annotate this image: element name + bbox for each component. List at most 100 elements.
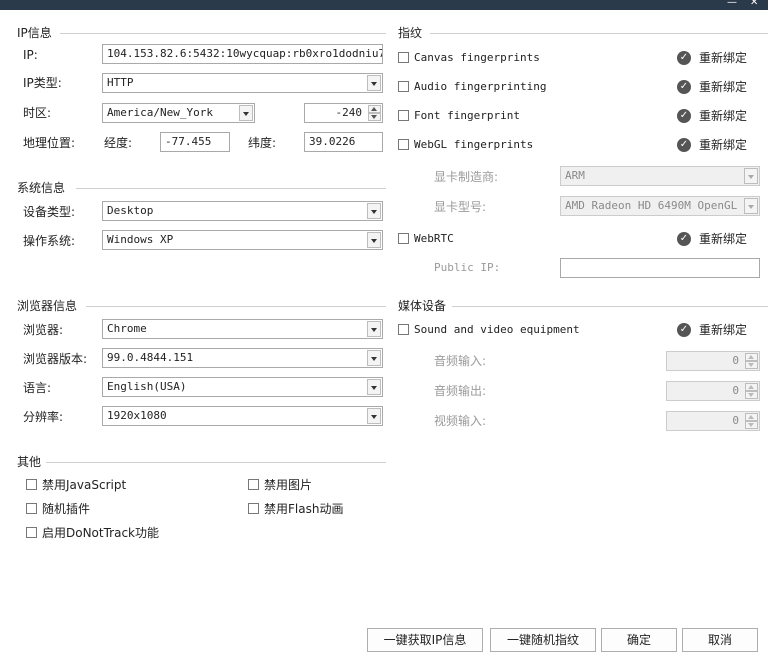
ip-type-select[interactable]: HTTP: [102, 73, 383, 93]
chevron-down-icon[interactable]: [367, 75, 381, 91]
browser-select[interactable]: Chrome: [102, 319, 383, 339]
disable-images-label: 禁用图片: [264, 478, 313, 492]
spin-up-icon[interactable]: [745, 413, 758, 421]
browser-section-title: 浏览器信息: [17, 299, 82, 313]
chevron-down-icon[interactable]: [367, 408, 381, 424]
os-select[interactable]: Windows XP: [102, 230, 383, 250]
disable-js-checkbox[interactable]: [26, 479, 37, 490]
timezone-select[interactable]: America/New_York: [102, 103, 255, 123]
random-plugins-checkbox[interactable]: [26, 503, 37, 514]
audio-output-value: 0: [732, 384, 739, 397]
system-section-title: 系统信息: [17, 181, 70, 195]
ip-label: IP:: [23, 48, 38, 62]
chevron-down-icon[interactable]: [367, 203, 381, 219]
ip-section-divider: [60, 33, 386, 34]
chevron-down-icon[interactable]: [367, 232, 381, 248]
check-icon[interactable]: ✓: [677, 232, 691, 246]
resolution-value: 1920x1080: [107, 409, 167, 422]
spin-down-icon[interactable]: [745, 361, 758, 369]
public-ip-label: Public IP:: [434, 261, 501, 274]
media-section-title: 媒体设备: [398, 299, 451, 313]
gpu-vendor-label: 显卡制造商:: [434, 170, 499, 184]
font-rebind-link[interactable]: 重新绑定: [699, 109, 747, 123]
webrtc-rebind-link[interactable]: 重新绑定: [699, 232, 747, 246]
language-select[interactable]: English(USA): [102, 377, 383, 397]
resolution-select[interactable]: 1920x1080: [102, 406, 383, 426]
close-icon[interactable]: ✕: [750, 0, 758, 9]
ip-type-label: IP类型:: [23, 76, 62, 90]
audio-input-label: 音频输入:: [434, 354, 487, 368]
device-type-value: Desktop: [107, 204, 154, 217]
browser-version-select[interactable]: 99.0.4844.151: [102, 348, 383, 368]
check-icon[interactable]: ✓: [677, 80, 691, 94]
language-label: 语言:: [23, 381, 52, 395]
check-icon[interactable]: ✓: [677, 51, 691, 65]
spin-up-icon[interactable]: [745, 353, 758, 361]
longitude-input[interactable]: -77.455: [160, 132, 230, 152]
audio-output-label: 音频输出:: [434, 384, 487, 398]
disable-flash-checkbox[interactable]: [248, 503, 259, 514]
other-section-title: 其他: [17, 455, 46, 469]
language-value: English(USA): [107, 380, 187, 393]
fingerprint-section-divider: [430, 33, 768, 34]
random-plugins-label: 随机插件: [42, 502, 91, 516]
check-icon[interactable]: ✓: [677, 323, 691, 337]
public-ip-input[interactable]: [560, 258, 760, 278]
audio-rebind-link[interactable]: 重新绑定: [699, 80, 747, 94]
sound-video-rebind-link[interactable]: 重新绑定: [699, 323, 747, 337]
gpu-model-value: AMD Radeon HD 6490M OpenGL E: [565, 199, 751, 212]
audio-label: Audio fingerprinting: [414, 80, 547, 93]
audio-input-stepper[interactable]: 0: [666, 351, 760, 371]
sound-video-label: Sound and video equipment: [414, 323, 580, 336]
device-type-label: 设备类型:: [23, 205, 76, 219]
cancel-button[interactable]: 取消: [682, 628, 758, 652]
enable-dnt-checkbox[interactable]: [26, 527, 37, 538]
chevron-down-icon[interactable]: [744, 198, 758, 214]
audio-input-value: 0: [732, 354, 739, 367]
disable-images-checkbox[interactable]: [248, 479, 259, 490]
chevron-down-icon[interactable]: [367, 379, 381, 395]
gpu-model-label: 显卡型号:: [434, 200, 487, 214]
spin-down-icon[interactable]: [745, 391, 758, 399]
font-label: Font fingerprint: [414, 109, 520, 122]
spin-down-icon[interactable]: [368, 113, 381, 121]
spin-up-icon[interactable]: [368, 105, 381, 113]
canvas-checkbox[interactable]: [398, 52, 409, 63]
chevron-down-icon[interactable]: [744, 168, 758, 184]
font-checkbox[interactable]: [398, 110, 409, 121]
enable-dnt-label: 启用DoNotTrack功能: [42, 526, 160, 540]
chevron-down-icon[interactable]: [367, 350, 381, 366]
audio-checkbox[interactable]: [398, 81, 409, 92]
browser-version-label: 浏览器版本:: [23, 352, 88, 366]
sound-video-checkbox[interactable]: [398, 324, 409, 335]
check-icon[interactable]: ✓: [677, 109, 691, 123]
webrtc-checkbox[interactable]: [398, 233, 409, 244]
minimize-icon[interactable]: —: [727, 0, 737, 9]
random-fingerprint-button[interactable]: 一键随机指纹: [490, 628, 596, 652]
chevron-down-icon[interactable]: [367, 321, 381, 337]
os-value: Windows XP: [107, 233, 174, 246]
title-bar: [0, 0, 768, 10]
webgl-rebind-link[interactable]: 重新绑定: [699, 138, 747, 152]
video-input-stepper[interactable]: 0: [666, 411, 760, 431]
ok-button[interactable]: 确定: [601, 628, 677, 652]
webrtc-label: WebRTC: [414, 232, 454, 245]
fetch-ip-button[interactable]: 一键获取IP信息: [367, 628, 483, 652]
media-section-divider: [452, 306, 768, 307]
audio-output-stepper[interactable]: 0: [666, 381, 760, 401]
browser-version-value: 99.0.4844.151: [107, 351, 194, 364]
device-type-select[interactable]: Desktop: [102, 201, 383, 221]
gpu-model-select[interactable]: AMD Radeon HD 6490M OpenGL E: [560, 196, 760, 216]
chevron-down-icon[interactable]: [239, 105, 253, 121]
webgl-label: WebGL fingerprints: [414, 138, 534, 151]
gpu-vendor-select[interactable]: ARM: [560, 166, 760, 186]
latitude-input[interactable]: 39.0226: [304, 132, 383, 152]
spin-down-icon[interactable]: [745, 421, 758, 429]
spin-up-icon[interactable]: [745, 383, 758, 391]
ip-input[interactable]: 104.153.82.6:5432:10wycquap:rb0xro1dodni…: [102, 44, 383, 64]
webgl-checkbox[interactable]: [398, 139, 409, 150]
check-icon[interactable]: ✓: [677, 138, 691, 152]
resolution-label: 分辨率:: [23, 410, 64, 424]
canvas-rebind-link[interactable]: 重新绑定: [699, 51, 747, 65]
timezone-offset-stepper[interactable]: -240: [304, 103, 383, 123]
